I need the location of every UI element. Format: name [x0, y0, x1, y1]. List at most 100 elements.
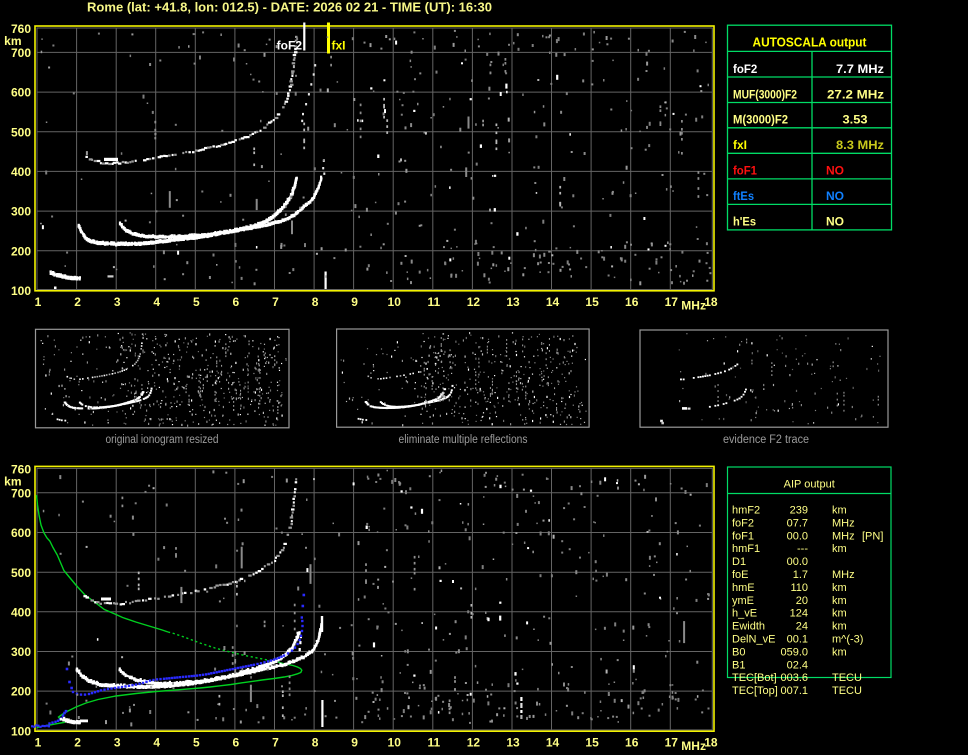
svg-text:AUTOSCALA output: AUTOSCALA output	[753, 36, 868, 50]
svg-text:3: 3	[114, 735, 121, 749]
svg-text:13: 13	[506, 295, 520, 309]
svg-text:12: 12	[467, 295, 481, 309]
svg-text:B0: B0	[732, 646, 745, 658]
svg-text:fxI: fxI	[332, 39, 346, 53]
svg-text:10: 10	[388, 295, 402, 309]
svg-text:km: km	[832, 543, 847, 555]
svg-text:TECU: TECU	[832, 685, 862, 697]
svg-text:foF1: foF1	[733, 164, 757, 178]
svg-text:14: 14	[546, 295, 560, 309]
svg-text:2: 2	[74, 295, 81, 309]
svg-text:hmE: hmE	[732, 582, 755, 594]
svg-text:059.0: 059.0	[780, 646, 808, 658]
svg-text:500: 500	[11, 125, 31, 139]
svg-text:TECU: TECU	[832, 672, 862, 684]
svg-text:[PN]: [PN]	[862, 530, 883, 542]
svg-text:14: 14	[546, 735, 560, 749]
svg-text:18: 18	[704, 735, 718, 749]
svg-text:239: 239	[790, 505, 808, 517]
svg-text:foF2: foF2	[277, 39, 303, 53]
svg-text:TEC[Bot]: TEC[Bot]	[732, 672, 777, 684]
svg-text:11: 11	[427, 295, 440, 309]
svg-text:12: 12	[467, 735, 481, 749]
svg-text:17: 17	[665, 735, 679, 749]
svg-text:NO: NO	[826, 189, 844, 203]
svg-text:8: 8	[312, 295, 319, 309]
svg-text:ftEs: ftEs	[733, 189, 754, 203]
svg-text:9: 9	[351, 295, 358, 309]
svg-text:1.7: 1.7	[793, 569, 808, 581]
svg-text:MHz: MHz	[832, 530, 855, 542]
svg-text:km: km	[832, 646, 847, 658]
svg-text:100: 100	[11, 284, 31, 298]
svg-text:D1: D1	[732, 556, 746, 568]
svg-text:7: 7	[272, 735, 279, 749]
svg-text:200: 200	[11, 685, 31, 699]
svg-text:00.1: 00.1	[787, 634, 808, 646]
svg-text:16: 16	[625, 295, 639, 309]
svg-text:foF2: foF2	[733, 62, 758, 76]
svg-text:300: 300	[11, 645, 31, 659]
svg-text:400: 400	[11, 605, 31, 619]
svg-text:hmF2: hmF2	[732, 505, 760, 517]
svg-text:original ionogram resized: original ionogram resized	[106, 434, 219, 446]
svg-text:eliminate multiple reflections: eliminate multiple reflections	[399, 434, 528, 446]
svg-text:07.7: 07.7	[787, 517, 808, 529]
svg-text:600: 600	[11, 86, 31, 100]
svg-text:Rome (lat: +41.8, lon: 012.5): Rome (lat: +41.8, lon: 012.5) - DATE: 20…	[87, 1, 492, 15]
svg-text:8: 8	[312, 735, 319, 749]
svg-text:h_vE: h_vE	[732, 608, 757, 620]
svg-text:02.4: 02.4	[787, 659, 808, 671]
svg-text:TEC[Top]: TEC[Top]	[732, 685, 778, 697]
svg-text:200: 200	[11, 244, 31, 258]
svg-text:00.0: 00.0	[787, 530, 808, 542]
svg-text:NO: NO	[826, 215, 844, 229]
svg-text:27.2 MHz: 27.2 MHz	[827, 87, 884, 101]
svg-text:124: 124	[790, 608, 808, 620]
svg-text:foF2: foF2	[732, 517, 754, 529]
svg-text:110: 110	[790, 582, 808, 594]
svg-text:1: 1	[35, 295, 42, 309]
svg-text:2: 2	[74, 735, 81, 749]
svg-text:ymE: ymE	[732, 595, 754, 607]
svg-text:6: 6	[233, 295, 240, 309]
svg-text:400: 400	[11, 165, 31, 179]
svg-text:B1: B1	[732, 659, 745, 671]
svg-text:300: 300	[11, 205, 31, 219]
svg-text:6: 6	[233, 735, 240, 749]
svg-text:13: 13	[506, 735, 520, 749]
svg-text:km: km	[832, 608, 847, 620]
svg-text:km: km	[832, 595, 847, 607]
svg-text:24: 24	[796, 621, 808, 633]
svg-text:003.6: 003.6	[780, 672, 808, 684]
svg-text:10: 10	[388, 735, 402, 749]
svg-text:h'Es: h'Es	[733, 215, 756, 229]
svg-text:5: 5	[193, 735, 200, 749]
svg-text:km: km	[832, 582, 847, 594]
svg-text:3: 3	[114, 295, 121, 309]
svg-text:DelN_vE: DelN_vE	[732, 634, 775, 646]
svg-text:MHz: MHz	[681, 739, 706, 753]
svg-text:km: km	[832, 621, 847, 633]
svg-text:4: 4	[153, 735, 160, 749]
svg-text:foE: foE	[732, 569, 749, 581]
svg-text:7: 7	[272, 295, 279, 309]
svg-text:9: 9	[351, 735, 358, 749]
svg-text:5: 5	[193, 295, 200, 309]
svg-text:M(3000)F2: M(3000)F2	[733, 113, 788, 127]
svg-text:hmF1: hmF1	[732, 543, 760, 555]
svg-text:Ewidth: Ewidth	[732, 621, 765, 633]
svg-text:evidence F2 trace: evidence F2 trace	[723, 434, 809, 446]
svg-text:AIP output: AIP output	[784, 478, 835, 490]
svg-text:16: 16	[625, 735, 639, 749]
svg-text:007.1: 007.1	[780, 685, 808, 697]
svg-text:NO: NO	[826, 164, 844, 178]
svg-text:8.3 MHz: 8.3 MHz	[836, 138, 884, 152]
svg-text:km: km	[832, 505, 847, 517]
svg-text:---: ---	[797, 543, 808, 555]
svg-text:00.0: 00.0	[787, 556, 808, 568]
svg-text:1: 1	[35, 735, 42, 749]
svg-text:20: 20	[796, 595, 808, 607]
svg-text:17: 17	[665, 295, 679, 309]
svg-text:700: 700	[11, 46, 31, 60]
